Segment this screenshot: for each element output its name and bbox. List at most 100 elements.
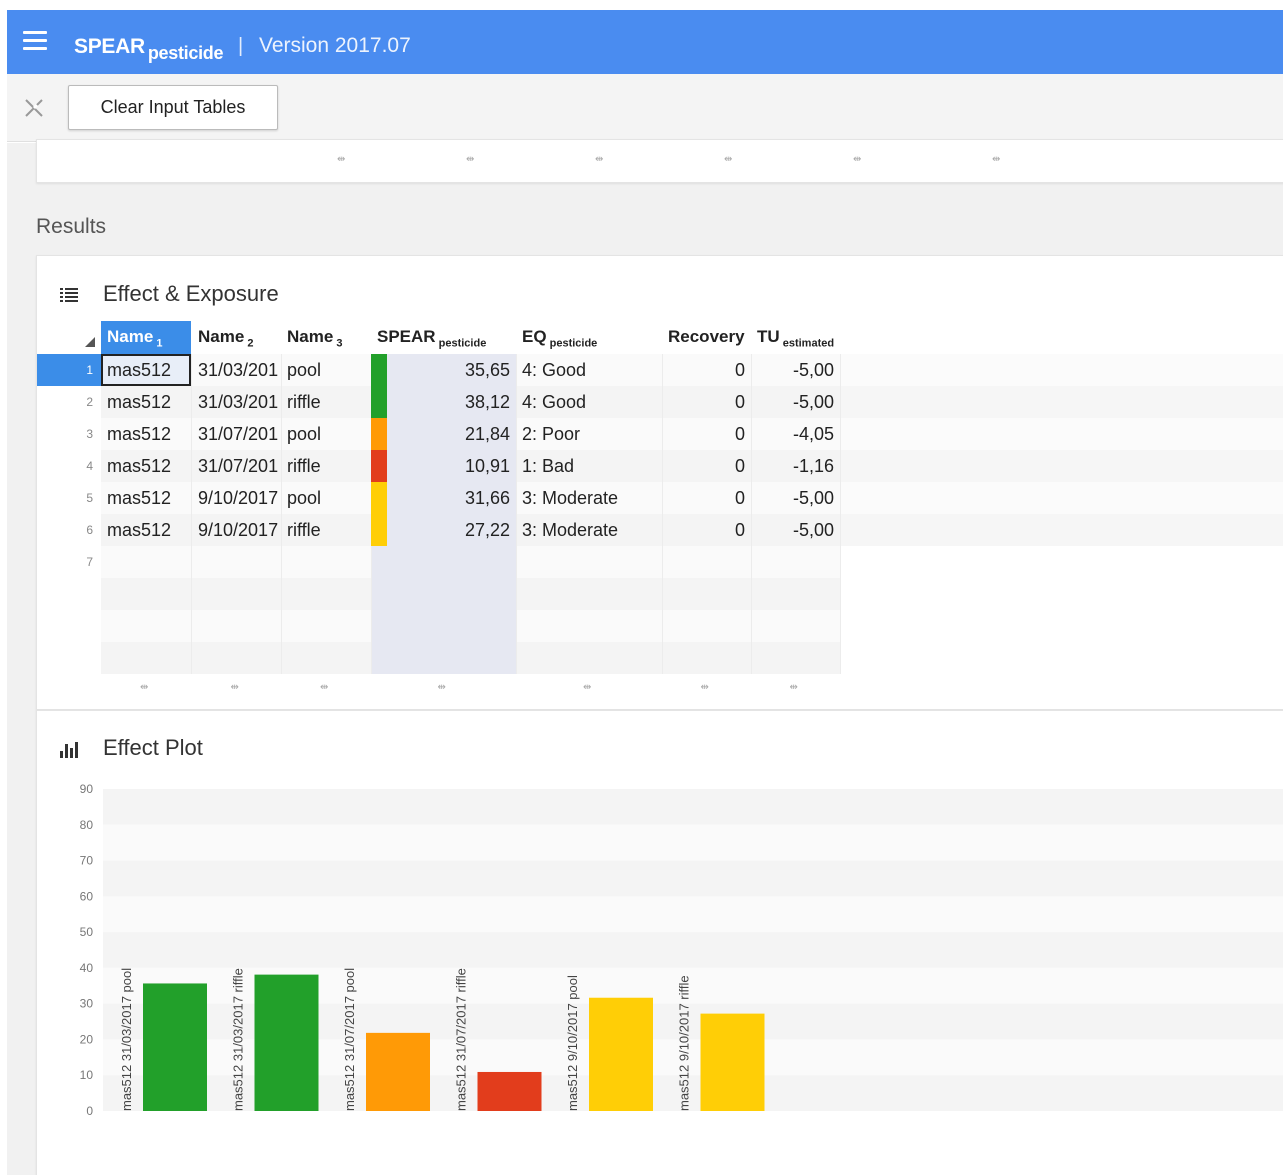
effect-plot-card: Effect Plot 0 10 20 30 40 50 60 70 80 90 mas512 31… <box>36 710 1283 1175</box>
column-resize-handle[interactable]: ⇹ <box>853 154 861 165</box>
cell-recovery[interactable] <box>662 546 751 578</box>
column-header[interactable]: Name 2 <box>192 321 281 354</box>
cell-spear[interactable]: 10,91 <box>371 450 516 482</box>
category-label: mas512 31/03/2017 riffle <box>231 968 246 1111</box>
toolbar: Clear Input Tables <box>7 74 1283 142</box>
column-header[interactable]: TU estimated <box>751 321 840 354</box>
cell-eq[interactable]: 1: Bad <box>516 450 662 482</box>
cell-recovery[interactable]: 0 <box>662 482 751 514</box>
cell-name3[interactable] <box>281 546 371 578</box>
column-resize-handle[interactable]: ⇹ <box>992 154 1000 165</box>
select-all-corner[interactable] <box>85 337 95 347</box>
column-resize-handle[interactable]: ⇹ <box>701 682 709 693</box>
bar[interactable] <box>366 1032 430 1111</box>
column-resize-handle[interactable]: ⇹ <box>231 682 239 693</box>
column-header[interactable]: EQ pesticide <box>516 321 662 354</box>
cell-name1[interactable]: mas512 <box>101 514 191 546</box>
cell-name1[interactable]: mas512 <box>101 418 191 450</box>
column-header[interactable]: SPEAR pesticide <box>371 321 516 354</box>
column-header-subscript: 1 <box>153 337 163 350</box>
cell-name2[interactable]: 31/07/201 <box>192 450 281 482</box>
cell-name3[interactable]: riffle <box>281 450 371 482</box>
bar[interactable] <box>700 1013 765 1111</box>
row-number[interactable]: 4 <box>37 450 101 482</box>
cell-name3[interactable]: pool <box>281 418 371 450</box>
cell-eq[interactable]: 4: Good <box>516 354 662 386</box>
cell-name1[interactable]: mas512 <box>101 482 191 514</box>
cell-spear[interactable]: 21,84 <box>371 418 516 450</box>
cell-tu[interactable]: -5,00 <box>751 482 840 514</box>
grid-band <box>103 896 1283 933</box>
cell-recovery[interactable]: 0 <box>662 386 751 418</box>
app-header: SPEAR pesticide | Version 2017.07 <box>7 10 1283 74</box>
cell-spear[interactable]: 27,22 <box>371 514 516 546</box>
column-resize-handle[interactable]: ⇹ <box>466 154 474 165</box>
cell-recovery[interactable]: 0 <box>662 514 751 546</box>
close-icon[interactable] <box>23 97 45 119</box>
effect-exposure-grid[interactable]: Name 1 Name 2 Name 3 SPEAR pesticide EQ pest… <box>37 321 1283 704</box>
column-resize-handle[interactable]: ⇹ <box>438 682 446 693</box>
column-header-label: Name <box>287 327 334 346</box>
row-number[interactable]: 7 <box>37 546 101 578</box>
cell-eq[interactable]: 2: Poor <box>516 418 662 450</box>
cell-tu[interactable] <box>751 546 840 578</box>
cell-tu[interactable]: -1,16 <box>751 450 840 482</box>
column-resize-handle[interactable]: ⇹ <box>337 154 345 165</box>
bar[interactable] <box>143 983 207 1111</box>
column-resize-handle[interactable]: ⇹ <box>583 682 591 693</box>
row-number[interactable]: 2 <box>37 386 101 418</box>
bar[interactable] <box>254 974 319 1111</box>
cell-name2[interactable]: 9/10/2017 <box>192 482 281 514</box>
hamburger-menu-icon[interactable] <box>23 31 47 51</box>
grid-row-background <box>840 354 1283 386</box>
cell-spear[interactable]: 38,12 <box>371 386 516 418</box>
cell-name3[interactable]: pool <box>281 482 371 514</box>
cell-name2[interactable]: 31/07/201 <box>192 418 281 450</box>
row-number[interactable]: 1 <box>37 354 101 386</box>
cell-name3[interactable]: pool <box>281 354 371 386</box>
cell-name1[interactable]: mas512 <box>101 354 191 386</box>
y-tick-label: 50 <box>80 925 94 939</box>
column-resize-handle[interactable]: ⇹ <box>790 682 798 693</box>
column-header-subscript: 3 <box>333 337 343 350</box>
column-resize-handle[interactable]: ⇹ <box>320 682 328 693</box>
bar[interactable] <box>477 1071 542 1111</box>
column-resize-handle[interactable]: ⇹ <box>140 682 148 693</box>
cell-name1[interactable]: mas512 <box>101 450 191 482</box>
row-number[interactable]: 5 <box>37 482 101 514</box>
cell-eq[interactable] <box>516 546 662 578</box>
column-resize-handle[interactable]: ⇹ <box>595 154 603 165</box>
cell-eq[interactable]: 4: Good <box>516 386 662 418</box>
cell-name2[interactable]: 31/03/201 <box>192 354 281 386</box>
cell-tu[interactable]: -5,00 <box>751 386 840 418</box>
cell-tu[interactable]: -4,05 <box>751 418 840 450</box>
cell-name2[interactable]: 9/10/2017 <box>192 514 281 546</box>
cell-recovery[interactable]: 0 <box>662 450 751 482</box>
row-number[interactable]: 6 <box>37 514 101 546</box>
cell-name3[interactable]: riffle <box>281 386 371 418</box>
cell-name3[interactable]: riffle <box>281 514 371 546</box>
cell-recovery[interactable]: 0 <box>662 418 751 450</box>
grid-row-background <box>840 482 1283 514</box>
app-name-sub: pesticide <box>147 43 224 63</box>
cell-spear[interactable] <box>371 546 516 578</box>
bar[interactable] <box>589 997 653 1111</box>
column-header[interactable]: Recovery <box>662 321 751 354</box>
cell-name1[interactable]: mas512 <box>101 386 191 418</box>
row-number[interactable]: 3 <box>37 418 101 450</box>
effect-exposure-card: Effect & Exposure Name 1 Name 2 Name 3 SPEA… <box>36 255 1283 710</box>
clear-input-tables-button[interactable]: Clear Input Tables <box>68 85 278 130</box>
cell-name1[interactable] <box>101 546 191 578</box>
column-header[interactable]: Name 1 <box>101 321 191 354</box>
cell-spear[interactable]: 31,66 <box>371 482 516 514</box>
column-resize-handle[interactable]: ⇹ <box>724 154 732 165</box>
cell-eq[interactable]: 3: Moderate <box>516 482 662 514</box>
cell-tu[interactable]: -5,00 <box>751 354 840 386</box>
cell-eq[interactable]: 3: Moderate <box>516 514 662 546</box>
column-header[interactable]: Name 3 <box>281 321 371 354</box>
cell-tu[interactable]: -5,00 <box>751 514 840 546</box>
cell-spear[interactable]: 35,65 <box>371 354 516 386</box>
cell-name2[interactable]: 31/03/201 <box>192 386 281 418</box>
cell-name2[interactable] <box>192 546 281 578</box>
cell-recovery[interactable]: 0 <box>662 354 751 386</box>
